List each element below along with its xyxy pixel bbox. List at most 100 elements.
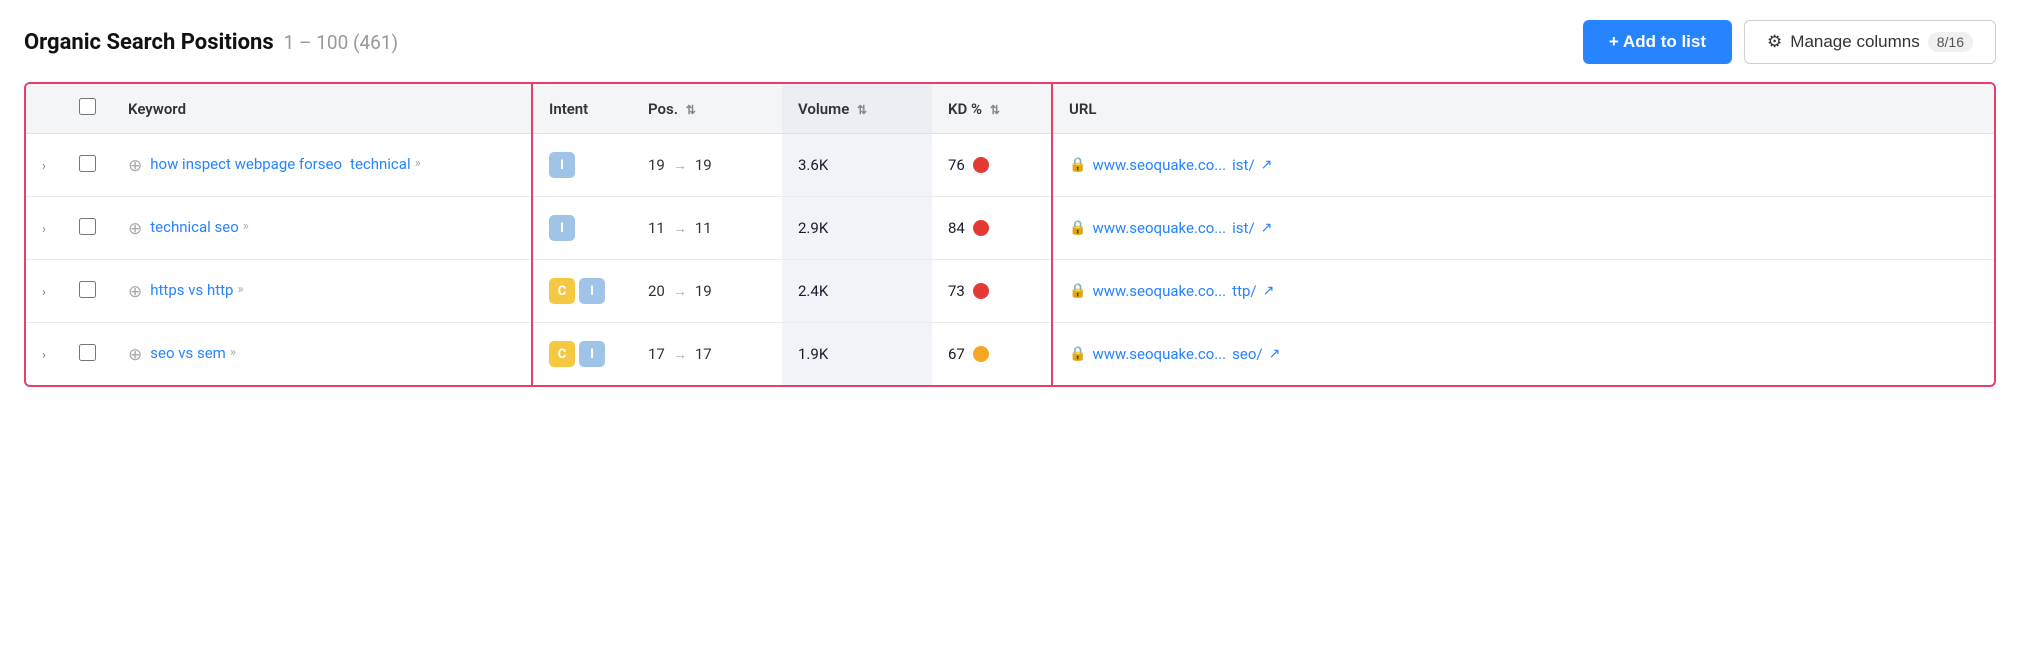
select-all-checkbox[interactable] [79,98,96,115]
col-header-expand [26,84,62,134]
url-domain-link[interactable]: www.seoquake.co... [1092,345,1226,363]
pos-from: 19 [648,156,665,174]
page-subtitle: 1 – 100 (461) [284,31,398,54]
row-expand-button[interactable]: › [26,260,62,323]
add-to-list-button[interactable]: + Add to list [1583,20,1732,64]
row-kd-cell: 73 [932,260,1052,323]
row-url-cell: 🔒 www.seoquake.co... ttp/ ↗ [1052,260,1994,323]
col-header-pos: Pos. ⇅ [632,84,782,134]
pos-arrow-icon: → [673,220,687,237]
row-checkbox[interactable] [79,281,96,298]
external-link-icon[interactable]: ↗ [1261,157,1273,173]
col-header-intent: Intent [532,84,632,134]
external-link-icon[interactable]: ↗ [1261,220,1273,236]
external-link-icon[interactable]: ↗ [1269,346,1281,362]
keyword-expand-chevrons: » [243,219,249,234]
pos-to: 11 [695,219,712,237]
pos-to: 17 [695,345,712,363]
kd-difficulty-dot [973,220,989,236]
page-title: Organic Search Positions [24,30,274,55]
keyword-text-wrap: technical seo » [150,218,249,236]
row-keyword-cell: ⊕how inspect webpage forseotechnical» [112,134,532,197]
url-cell-inner: 🔒 www.seoquake.co... seo/ ↗ [1069,345,1978,363]
pos-to: 19 [695,282,712,300]
intent-badge-i: I [549,215,575,241]
keyword-text-wrap: how inspect webpage forseotechnical» [150,155,420,173]
row-url-cell: 🔒 www.seoquake.co... ist/ ↗ [1052,197,1994,260]
intent-badge-c: C [549,341,575,367]
keyword-text-wrap: https vs http » [150,281,243,299]
keyword-expand-chevrons: » [230,345,236,360]
keyword-link[interactable]: https vs http [150,281,233,299]
keyword-plus-icon: ⊕ [128,282,142,302]
row-keyword-cell: ⊕ https vs http » [112,260,532,323]
kd-difficulty-dot [973,346,989,362]
kd-difficulty-dot [973,283,989,299]
pos-cell-inner: 20 → 19 [648,282,766,300]
pos-from: 11 [648,219,665,237]
header-left: Organic Search Positions 1 – 100 (461) [24,30,398,55]
keyword-cell-inner: ⊕technical seo» [128,218,515,239]
row-volume-cell: 2.4K [782,260,932,323]
kd-value: 73 [948,282,965,300]
row-checkbox-cell [62,323,112,386]
pos-arrow-icon: → [673,346,687,363]
kd-value: 84 [948,219,965,237]
keyword-cell-inner: ⊕seo vs sem» [128,344,515,365]
row-intent-cell: CI [532,260,632,323]
manage-columns-label: Manage columns [1790,32,1919,52]
pos-cell-inner: 19 → 19 [648,156,766,174]
url-domain-link[interactable]: www.seoquake.co... [1092,219,1226,237]
manage-columns-button[interactable]: ⚙ Manage columns 8/16 [1744,20,1996,64]
kd-sort-icon[interactable]: ⇅ [990,103,1000,117]
chevron-right-icon: › [42,348,46,363]
row-checkbox[interactable] [79,155,96,172]
url-cell-inner: 🔒 www.seoquake.co... ttp/ ↗ [1069,282,1978,300]
kd-cell-inner: 84 [948,219,1035,237]
pos-sort-icon[interactable]: ⇅ [686,103,696,117]
chevron-right-icon: › [42,159,46,174]
intent-group: CI [549,278,616,304]
volume-sort-icon[interactable]: ⇅ [857,103,867,117]
url-domain-link[interactable]: www.seoquake.co... [1092,282,1226,300]
keyword-link[interactable]: technical seo [150,218,239,236]
lock-icon: 🔒 [1069,157,1086,173]
url-path: ttp/ [1232,282,1256,300]
row-position-cell: 11 → 11 [632,197,782,260]
row-intent-cell: CI [532,323,632,386]
pos-from: 17 [648,345,665,363]
keyword-expand-chevrons: » [237,282,243,297]
header-right: + Add to list ⚙ Manage columns 8/16 [1583,20,1996,64]
table-row: ›⊕how inspect webpage forseotechnical»I … [26,134,1994,197]
external-link-icon[interactable]: ↗ [1263,283,1275,299]
chevron-right-icon: › [42,222,46,237]
row-checkbox-cell [62,134,112,197]
url-domain-link[interactable]: www.seoquake.co... [1092,156,1226,174]
row-kd-cell: 84 [932,197,1052,260]
keyword-link-cont[interactable]: technical [350,155,411,173]
intent-group: I [549,215,616,241]
keyword-cell-inner: ⊕ https vs http » [128,281,515,302]
chevron-right-icon: › [42,285,46,300]
row-keyword-cell: ⊕technical seo» [112,197,532,260]
kd-cell-inner: 76 [948,156,1035,174]
row-expand-button[interactable]: › [26,134,62,197]
url-path: ist/ [1232,156,1255,174]
row-kd-cell: 67 [932,323,1052,386]
keyword-cell-inner: ⊕how inspect webpage forseotechnical» [128,155,515,176]
row-position-cell: 17 → 17 [632,323,782,386]
table-header-row: Keyword Intent Pos. ⇅ Volume ⇅ KD % ⇅ UR… [26,84,1994,134]
col-header-kd: KD % ⇅ [932,84,1052,134]
row-expand-button[interactable]: › [26,197,62,260]
keyword-link[interactable]: seo vs sem [150,344,226,362]
table-wrapper: Keyword Intent Pos. ⇅ Volume ⇅ KD % ⇅ UR… [24,82,1996,387]
keyword-text-wrap: seo vs sem » [150,344,236,362]
table-row: ›⊕seo vs sem»CI 17 → 17 1.9K 67 🔒 www.se… [26,323,1994,386]
row-kd-cell: 76 [932,134,1052,197]
row-checkbox[interactable] [79,344,96,361]
row-expand-button[interactable]: › [26,323,62,386]
results-table: Keyword Intent Pos. ⇅ Volume ⇅ KD % ⇅ UR… [26,84,1994,385]
row-position-cell: 20 → 19 [632,260,782,323]
keyword-link[interactable]: how inspect webpage forseo [150,155,342,173]
row-checkbox[interactable] [79,218,96,235]
